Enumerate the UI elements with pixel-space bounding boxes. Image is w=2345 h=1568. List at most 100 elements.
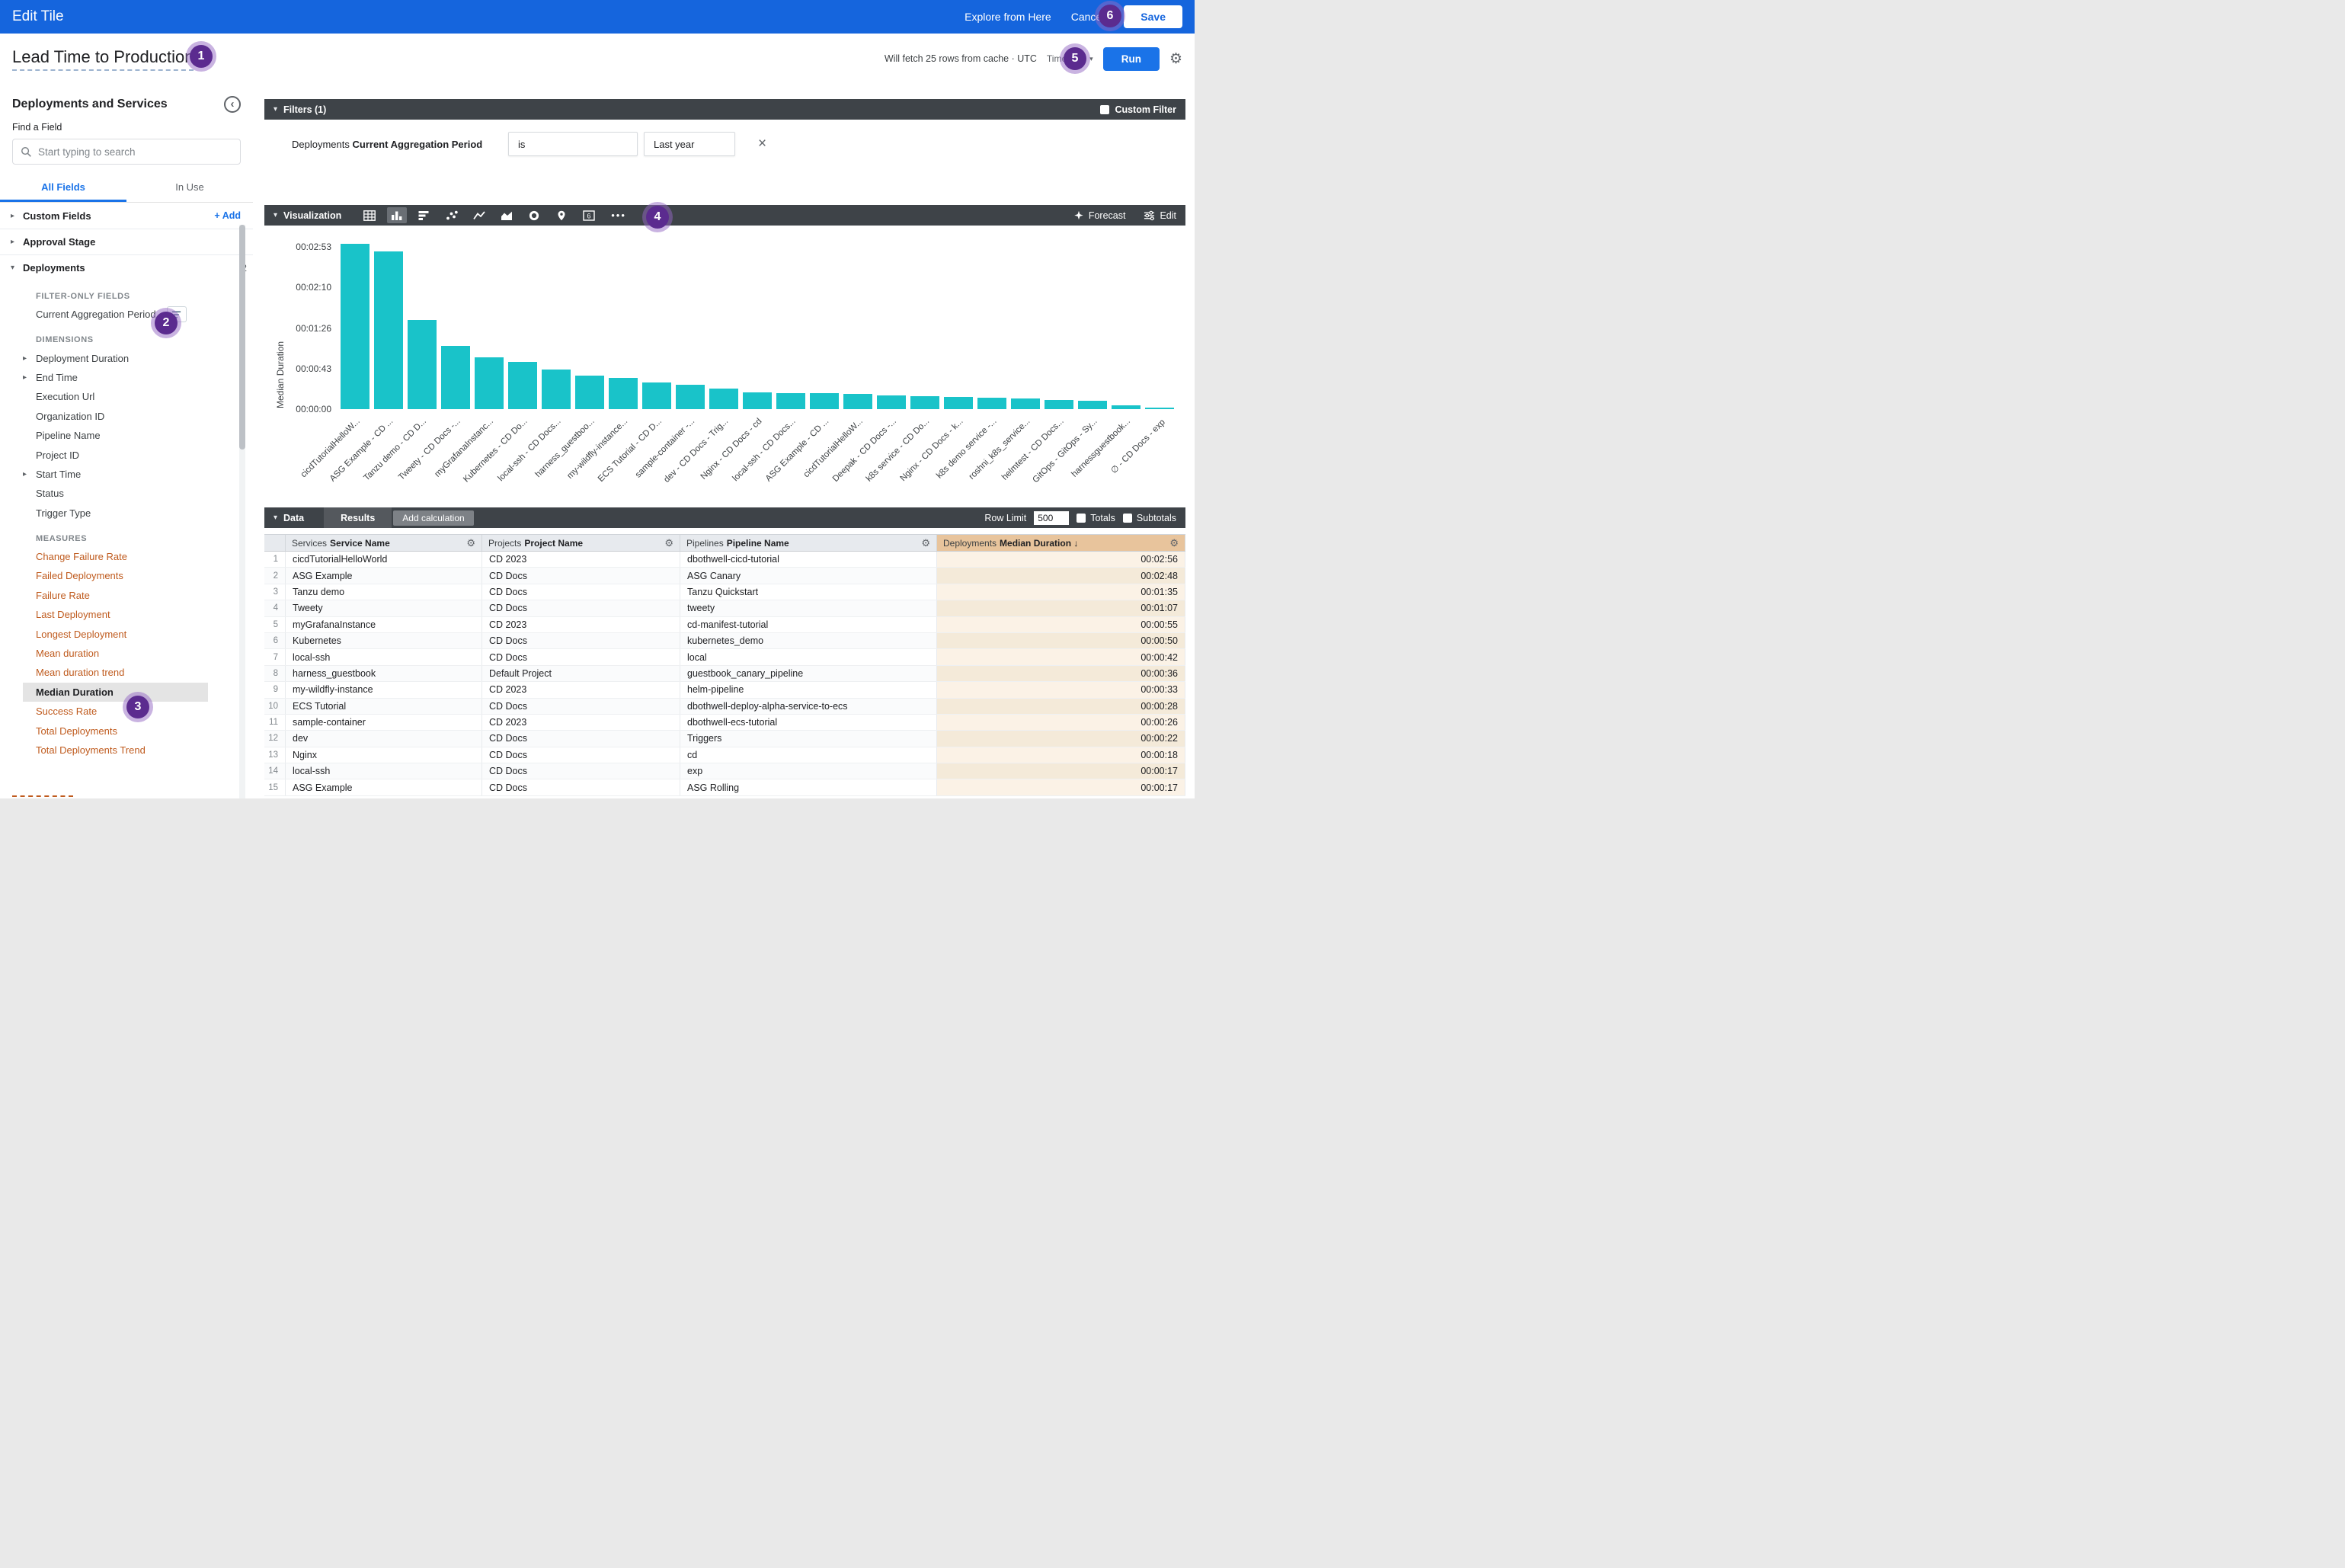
tab-all-fields[interactable]: All Fields bbox=[0, 174, 126, 202]
field-item-mean-duration[interactable]: Mean duration bbox=[0, 644, 253, 663]
field-item-pipeline-name[interactable]: Pipeline Name bbox=[0, 426, 253, 445]
table-row[interactable]: 10ECS TutorialCD Docsdbothwell-deploy-al… bbox=[264, 699, 1185, 715]
gear-icon[interactable]: ⚙ bbox=[1169, 52, 1182, 66]
table-row[interactable]: 13NginxCD Docscd00:00:18 bbox=[264, 747, 1185, 763]
bar-1[interactable] bbox=[341, 244, 370, 409]
sidebar-group-approval-stage[interactable]: ▸Approval Stage bbox=[0, 229, 253, 254]
bar-7[interactable] bbox=[542, 370, 571, 409]
collapse-data-icon[interactable]: ▾ bbox=[274, 514, 277, 522]
field-item-trigger-type[interactable]: Trigger Type bbox=[0, 504, 253, 523]
bar-16[interactable] bbox=[843, 394, 872, 409]
field-item-status[interactable]: Status bbox=[0, 484, 253, 503]
forecast-button[interactable]: Forecast bbox=[1073, 210, 1126, 221]
field-item-longest-deployment[interactable]: Longest Deployment bbox=[0, 624, 253, 643]
table-row[interactable]: 8harness_guestbookDefault Projectguestbo… bbox=[264, 666, 1185, 682]
subtotals-checkbox[interactable] bbox=[1123, 514, 1132, 523]
explore-from-here-link[interactable]: Explore from Here bbox=[965, 11, 1051, 23]
custom-filter-toggle[interactable]: Custom Filter bbox=[1100, 104, 1176, 115]
data-section-bar[interactable]: ▾ Data Results Add calculation Row Limit… bbox=[264, 507, 1185, 528]
column-header-median-duration[interactable]: DeploymentsMedian Duration ↓⚙ bbox=[937, 535, 1185, 551]
bar-20[interactable] bbox=[977, 398, 1006, 409]
bar-19[interactable] bbox=[944, 397, 973, 409]
field-item-change-failure-rate[interactable]: Change Failure Rate bbox=[0, 547, 253, 566]
field-search-box[interactable] bbox=[12, 139, 241, 165]
donut-viz-icon[interactable] bbox=[524, 207, 544, 223]
bar-8[interactable] bbox=[575, 376, 604, 409]
column-header-pipeline-name[interactable]: PipelinesPipeline Name⚙ bbox=[680, 535, 937, 551]
table-row[interactable]: 1cicdTutorialHelloWorldCD 2023dbothwell-… bbox=[264, 552, 1185, 568]
field-item-start-time[interactable]: ▸Start Time bbox=[0, 465, 253, 484]
sidebar-scrollbar[interactable] bbox=[239, 225, 245, 798]
filter-operator-select[interactable]: is bbox=[508, 132, 638, 156]
bar-6[interactable] bbox=[508, 362, 537, 409]
bar-21[interactable] bbox=[1011, 398, 1040, 409]
bar-9[interactable] bbox=[609, 378, 638, 409]
bar-23[interactable] bbox=[1078, 401, 1107, 409]
collapse-visualization-icon[interactable]: ▾ bbox=[274, 211, 277, 219]
gear-icon[interactable]: ⚙ bbox=[664, 537, 673, 549]
scatter-viz-icon[interactable] bbox=[442, 207, 462, 223]
area-chart-viz-icon[interactable] bbox=[497, 207, 517, 223]
column-header-service-name[interactable]: ServicesService Name⚙ bbox=[286, 535, 482, 551]
bar-22[interactable] bbox=[1045, 400, 1073, 409]
field-item-project-id[interactable]: Project ID bbox=[0, 445, 253, 464]
visualization-section-bar[interactable]: ▾ Visualization bbox=[264, 205, 1185, 226]
filters-section-bar[interactable]: ▾ Filters (1) Custom Filter bbox=[264, 99, 1185, 120]
column-header-project-name[interactable]: ProjectsProject Name⚙ bbox=[482, 535, 680, 551]
bar-12[interactable] bbox=[709, 389, 738, 409]
bar-3[interactable] bbox=[408, 320, 437, 409]
field-item-total-deployments[interactable]: Total Deployments bbox=[0, 721, 253, 740]
field-item-current-aggregation-period[interactable]: Current Aggregation Period bbox=[0, 305, 253, 324]
bar-2[interactable] bbox=[374, 251, 403, 409]
table-row[interactable]: 6KubernetesCD Docskubernetes_demo00:00:5… bbox=[264, 633, 1185, 649]
table-row[interactable]: 11sample-containerCD 2023dbothwell-ecs-t… bbox=[264, 715, 1185, 731]
table-row[interactable]: 12devCD DocsTriggers00:00:22 bbox=[264, 731, 1185, 747]
add-custom-field-link[interactable]: + Add bbox=[214, 210, 241, 221]
bar-17[interactable] bbox=[877, 395, 906, 409]
row-limit-input[interactable] bbox=[1034, 511, 1069, 525]
field-item-median-duration[interactable]: Median Duration bbox=[23, 683, 208, 702]
table-row[interactable]: 5myGrafanaInstanceCD 2023cd-manifest-tut… bbox=[264, 617, 1185, 633]
bar-15[interactable] bbox=[810, 393, 839, 409]
totals-checkbox[interactable] bbox=[1077, 514, 1086, 523]
sidebar-group-deployments[interactable]: ▾Deployments2 bbox=[0, 254, 253, 280]
field-item-mean-duration-trend[interactable]: Mean duration trend bbox=[0, 663, 253, 682]
save-button[interactable]: Save bbox=[1124, 5, 1182, 28]
field-item-total-deployments-trend[interactable]: Total Deployments Trend bbox=[0, 741, 253, 760]
bar-14[interactable] bbox=[776, 393, 805, 409]
gear-icon[interactable]: ⚙ bbox=[466, 537, 475, 549]
bar-chart-viz-icon[interactable] bbox=[414, 207, 434, 223]
table-row[interactable]: 2ASG ExampleCD DocsASG Canary00:02:48 bbox=[264, 568, 1185, 584]
filter-value-input[interactable]: Last year bbox=[644, 132, 735, 156]
scrollbar-thumb[interactable] bbox=[239, 225, 245, 450]
line-chart-viz-icon[interactable] bbox=[469, 207, 489, 223]
table-row[interactable]: 7local-sshCD Docslocal00:00:42 bbox=[264, 649, 1185, 665]
field-item-failure-rate[interactable]: Failure Rate bbox=[0, 586, 253, 605]
custom-filter-checkbox[interactable] bbox=[1100, 105, 1109, 114]
more-viz-options-icon[interactable]: ••• bbox=[611, 210, 626, 221]
field-item-failed-deployments[interactable]: Failed Deployments bbox=[0, 566, 253, 585]
add-calculation-button[interactable]: Add calculation bbox=[393, 510, 473, 526]
sidebar-group-custom-fields[interactable]: ▸Custom Fields+ Add bbox=[0, 203, 253, 229]
tile-title-input[interactable]: Lead Time to Production bbox=[12, 47, 194, 71]
bar-18[interactable] bbox=[910, 396, 939, 409]
bar-13[interactable] bbox=[743, 392, 772, 409]
collapse-sidebar-button[interactable]: ‹ bbox=[224, 96, 241, 113]
bar-4[interactable] bbox=[441, 346, 470, 409]
bar-5[interactable] bbox=[475, 357, 504, 409]
map-viz-icon[interactable] bbox=[552, 207, 571, 223]
field-item-deployment-duration[interactable]: ▸Deployment Duration bbox=[0, 348, 253, 367]
table-row[interactable]: 14local-sshCD Docsexp00:00:17 bbox=[264, 763, 1185, 779]
tab-results[interactable]: Results bbox=[324, 507, 392, 528]
single-value-viz-icon[interactable]: 6 bbox=[579, 207, 599, 223]
field-item-last-deployment[interactable]: Last Deployment bbox=[0, 605, 253, 624]
search-input[interactable] bbox=[38, 146, 232, 158]
table-row[interactable]: 15ASG ExampleCD DocsASG Rolling00:00:17 bbox=[264, 779, 1185, 795]
tab-in-use[interactable]: In Use bbox=[126, 174, 253, 202]
subtotals-toggle[interactable]: Subtotals bbox=[1123, 513, 1176, 523]
collapse-filters-icon[interactable]: ▾ bbox=[274, 105, 277, 114]
gear-icon[interactable]: ⚙ bbox=[921, 537, 930, 549]
table-row[interactable]: 9my-wildfly-instanceCD 2023helm-pipeline… bbox=[264, 682, 1185, 698]
column-chart-viz-icon[interactable] bbox=[387, 207, 407, 223]
field-item-execution-url[interactable]: Execution Url bbox=[0, 387, 253, 406]
